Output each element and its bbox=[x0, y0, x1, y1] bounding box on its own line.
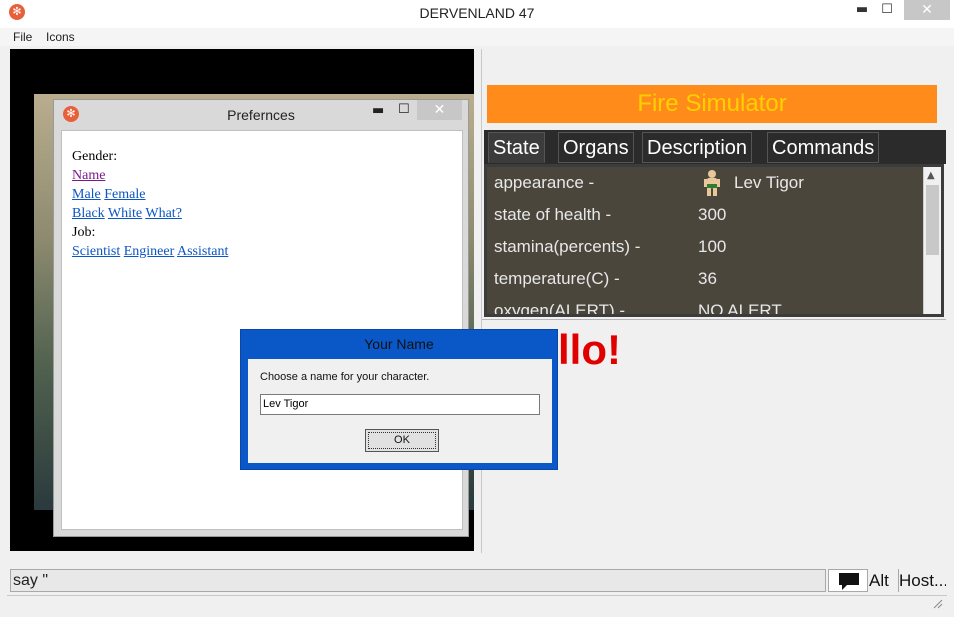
maximize-button[interactable]: ☐ bbox=[398, 102, 410, 117]
state-row-label: stamina(percents) - bbox=[494, 237, 641, 256]
hello-text: llo! bbox=[558, 326, 621, 373]
tab-organs[interactable]: Organs bbox=[558, 132, 634, 163]
state-row-temperature: temperature(C) - 36 bbox=[494, 265, 914, 295]
state-row-label: oxygen(ALERT) - bbox=[494, 301, 626, 317]
job-label: Job: bbox=[72, 225, 96, 240]
menu-bar: File Icons bbox=[0, 28, 954, 46]
fire-simulator-banner: Fire Simulator bbox=[487, 85, 937, 123]
scroll-up-icon[interactable]: ▲ bbox=[927, 170, 935, 181]
right-panel: Fire Simulator State Organs Description … bbox=[481, 49, 946, 553]
person-icon bbox=[704, 170, 720, 196]
app-window: ✻ DERVENLAND 47 ▬ ☐ ✕ File Icons ✻ Prefe… bbox=[0, 0, 954, 617]
close-button[interactable]: ✕ bbox=[417, 100, 462, 120]
dialog-title: Your Name bbox=[364, 336, 434, 352]
tab-commands[interactable]: Commands bbox=[767, 132, 880, 163]
name-input[interactable]: Lev Tigor bbox=[260, 394, 540, 415]
what-link[interactable]: What? bbox=[145, 206, 182, 221]
state-row-health: state of health - 300 bbox=[494, 201, 914, 231]
state-row-oxygen: oxygen(ALERT) - NO ALERT bbox=[494, 297, 914, 317]
tab-state[interactable]: State bbox=[488, 132, 545, 163]
window-title: DERVENLAND 47 bbox=[419, 5, 535, 21]
minimize-button[interactable]: ▬ bbox=[852, 0, 872, 20]
state-row-label: appearance - bbox=[494, 173, 595, 192]
status-bar bbox=[7, 595, 947, 613]
state-row-value: 36 bbox=[698, 269, 717, 288]
state-row-value: 300 bbox=[698, 205, 727, 224]
state-scrollbar[interactable]: ▲ bbox=[923, 167, 941, 314]
dialog-prompt: Choose a name for your character. bbox=[260, 371, 430, 383]
speech-bubble-icon bbox=[839, 573, 859, 590]
state-table: appearance - Lev Tigor state of health -… bbox=[484, 164, 944, 317]
state-row-value: Lev Tigor bbox=[734, 173, 804, 192]
assistant-link[interactable]: Assistant bbox=[177, 244, 228, 259]
menu-file[interactable]: File bbox=[13, 30, 32, 44]
command-input[interactable]: say " bbox=[10, 569, 826, 592]
scientist-link[interactable]: Scientist bbox=[72, 244, 120, 259]
resize-grip-icon[interactable] bbox=[931, 597, 943, 609]
title-bar: ✻ DERVENLAND 47 ▬ ☐ ✕ bbox=[0, 0, 954, 28]
preferences-title-bar[interactable]: ✻ Prefernces ▬ ☐ ✕ bbox=[54, 100, 468, 129]
state-row-label: state of health - bbox=[494, 205, 612, 224]
dialog-body: Choose a name for your character. Lev Ti… bbox=[248, 359, 552, 463]
state-row-appearance: appearance - Lev Tigor bbox=[494, 169, 914, 199]
male-link[interactable]: Male bbox=[72, 187, 101, 202]
panel-divider bbox=[482, 319, 946, 320]
black-link[interactable]: Black bbox=[72, 206, 105, 221]
state-row-value: 100 bbox=[698, 237, 727, 256]
name-link[interactable]: Name bbox=[72, 168, 105, 183]
host-button[interactable]: Host... bbox=[898, 569, 946, 592]
state-row-label: temperature(C) - bbox=[494, 269, 620, 288]
state-row-value: NO ALERT bbox=[698, 301, 782, 317]
menu-icons[interactable]: Icons bbox=[46, 30, 75, 44]
alt-button[interactable]: Alt bbox=[869, 569, 899, 592]
gender-label: Gender: bbox=[72, 149, 118, 164]
preferences-window: ✻ Prefernces ▬ ☐ ✕ Gender: Name Male Fem… bbox=[53, 99, 469, 537]
tab-description[interactable]: Description bbox=[642, 132, 753, 163]
close-button[interactable]: ✕ bbox=[904, 0, 950, 20]
tab-bar: State Organs Description Commands bbox=[484, 130, 946, 164]
white-link[interactable]: White bbox=[108, 206, 142, 221]
name-dialog: Your Name Choose a name for your charact… bbox=[240, 329, 558, 470]
engineer-link[interactable]: Engineer bbox=[124, 244, 175, 259]
state-row-stamina: stamina(percents) - 100 bbox=[494, 233, 914, 263]
maximize-button[interactable]: ☐ bbox=[876, 0, 898, 20]
female-link[interactable]: Female bbox=[104, 187, 145, 202]
chat-button[interactable] bbox=[828, 569, 868, 592]
minimize-button[interactable]: ▬ bbox=[372, 103, 384, 118]
ok-button[interactable]: OK bbox=[365, 429, 439, 452]
scroll-thumb[interactable] bbox=[926, 185, 939, 255]
